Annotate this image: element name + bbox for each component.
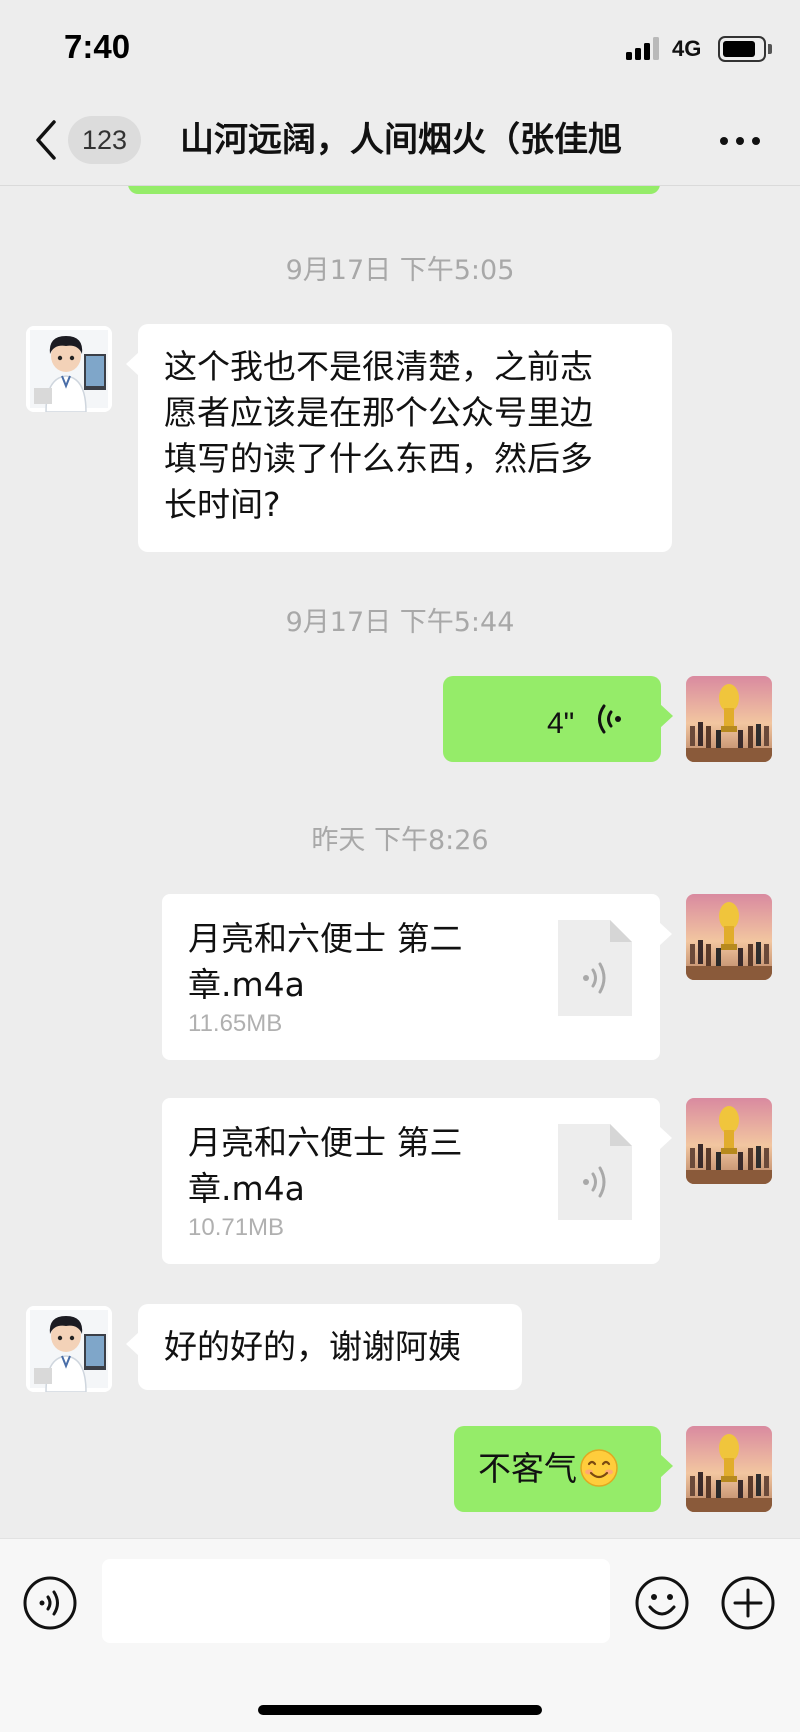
chevron-left-icon[interactable] bbox=[30, 116, 62, 164]
file-size: 10.71MB bbox=[188, 1214, 285, 1241]
message-bubble-received[interactable]: 好的好的，谢谢阿姨 bbox=[126, 1304, 522, 1390]
message-bubble-sent[interactable]: 不客气 bbox=[454, 1426, 673, 1512]
status-time: 7:40 bbox=[64, 28, 131, 65]
unread-count-badge[interactable]: 123 bbox=[68, 116, 142, 164]
file-size: 11.65MB bbox=[188, 1010, 283, 1037]
message-text-line: 填写的读了什么东西，然后多 bbox=[164, 439, 593, 478]
file-name-line: 章.m4a bbox=[188, 1169, 305, 1208]
audio-file-icon bbox=[558, 920, 632, 1016]
message-text-line: 好的好的，谢谢阿姨 bbox=[164, 1327, 461, 1366]
message-timestamp: 昨天 下午8:26 bbox=[311, 825, 489, 856]
my-avatar[interactable] bbox=[686, 676, 772, 762]
message-input[interactable] bbox=[102, 1559, 610, 1643]
contact-avatar[interactable] bbox=[26, 326, 112, 412]
contact-avatar[interactable] bbox=[26, 1306, 112, 1392]
my-avatar[interactable] bbox=[686, 1426, 772, 1512]
network-type: 4G bbox=[672, 36, 702, 61]
file-name: 月亮和六便士 第三 章.m4a bbox=[188, 1120, 498, 1212]
message-timestamp: 9月17日 下午5:05 bbox=[285, 255, 515, 286]
message-text-line: 愿者应该是在那个公众号里边 bbox=[164, 393, 593, 432]
smiling-face-emoji bbox=[580, 1449, 618, 1487]
home-indicator bbox=[258, 1705, 542, 1715]
message-text-line: 这个我也不是很清楚，之前志 bbox=[164, 347, 593, 386]
voice-duration: 4" bbox=[547, 707, 575, 740]
file-name: 月亮和六便士 第二 章.m4a bbox=[188, 916, 498, 1008]
audio-file-icon bbox=[558, 1124, 632, 1220]
chat-input-bar bbox=[0, 1538, 800, 1732]
voice-message-bubble[interactable]: 4" bbox=[443, 676, 673, 762]
battery-icon bbox=[718, 36, 772, 62]
chat-header: 123 山河远阔，人间烟火（张佳旭 bbox=[0, 96, 800, 186]
file-message-card[interactable]: 月亮和六便士 第二 章.m4a 11.65MB bbox=[162, 894, 672, 1060]
chat-title: 山河远阔，人间烟火（张佳旭 bbox=[180, 120, 622, 160]
my-avatar[interactable] bbox=[686, 894, 772, 980]
file-name-line: 月亮和六便士 第三 bbox=[188, 1123, 463, 1162]
message-bubble-received[interactable]: 这个我也不是很清楚，之前志 愿者应该是在那个公众号里边 填写的读了什么东西，然后… bbox=[126, 324, 672, 552]
more-dots-icon[interactable] bbox=[716, 124, 764, 156]
plus-circle-icon[interactable] bbox=[720, 1575, 776, 1631]
file-name-line: 章.m4a bbox=[188, 965, 305, 1004]
my-avatar[interactable] bbox=[686, 1098, 772, 1184]
message-text-line: 不客气 bbox=[478, 1449, 577, 1488]
file-name-line: 月亮和六便士 第二 bbox=[188, 919, 463, 958]
cellular-signal-icon bbox=[626, 36, 666, 60]
message-text-line: 长时间? bbox=[164, 485, 281, 524]
message-timestamp: 9月17日 下午5:44 bbox=[285, 607, 515, 638]
file-message-card[interactable]: 月亮和六便士 第三 章.m4a 10.71MB bbox=[162, 1098, 672, 1264]
status-bar: 7:40 4G bbox=[0, 0, 800, 96]
voice-wave-icon bbox=[598, 704, 621, 734]
voice-input-icon[interactable] bbox=[22, 1575, 78, 1631]
emoji-icon[interactable] bbox=[634, 1575, 690, 1631]
